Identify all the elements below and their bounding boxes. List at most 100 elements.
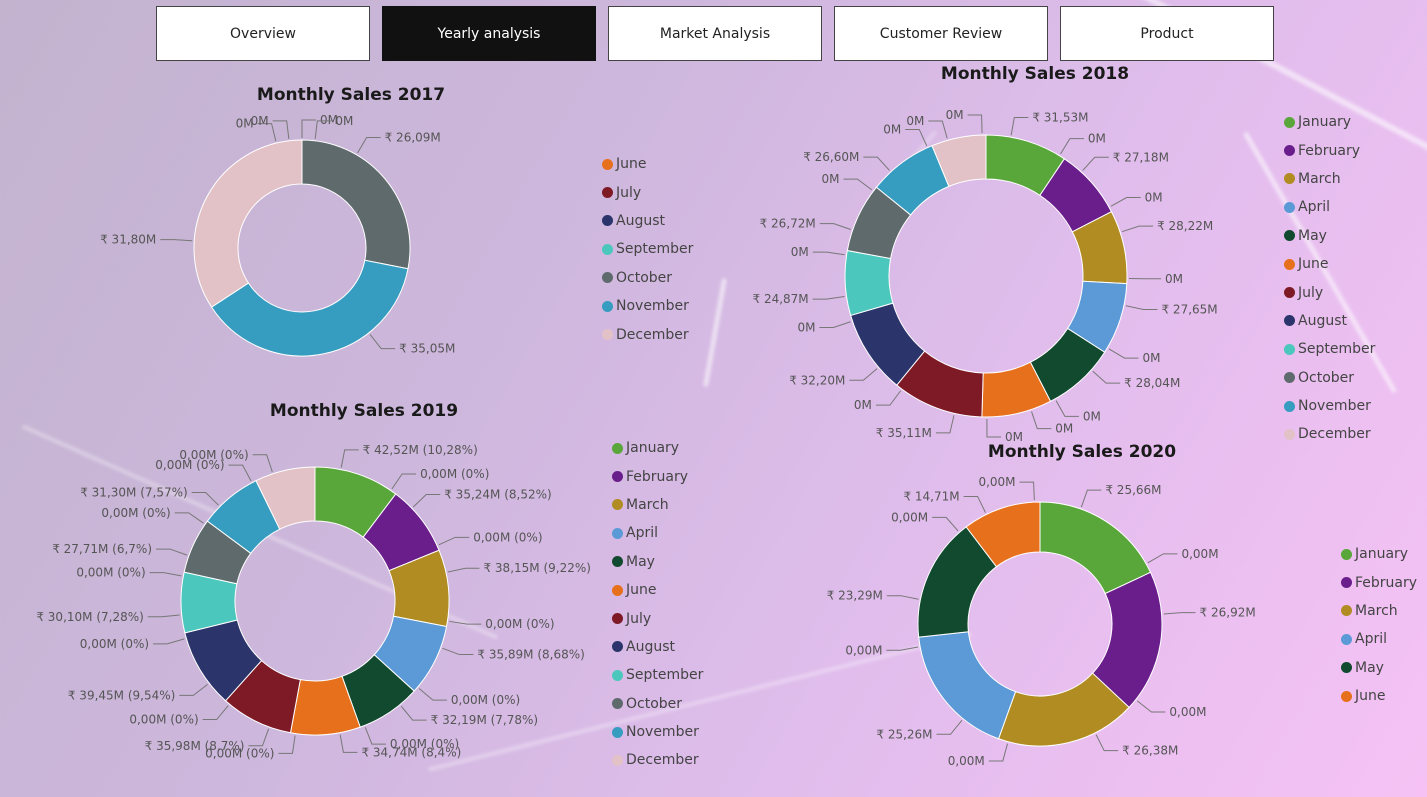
- leader-line: [400, 705, 427, 721]
- data-label-september: ₹ 30,10M (7,28%): [36, 610, 143, 624]
- donut-charts: 0M 0M 0M 0M ₹ 26,09M ₹ 35,05M ₹ 31,80M ₹ 31,53M…: [36, 108, 1256, 768]
- leader-line: [278, 735, 296, 754]
- leader-line: [228, 464, 252, 482]
- zero-data-label: 0M: [797, 320, 815, 334]
- leader-line: [849, 368, 878, 381]
- data-label-january: ₹ 31,53M: [1032, 111, 1088, 125]
- data-label-may: ₹ 28,04M: [1124, 376, 1180, 390]
- leader-line: [149, 572, 182, 577]
- leader-line: [875, 390, 902, 406]
- zero-data-label: 0M: [1083, 409, 1101, 423]
- leader-line: [418, 688, 447, 701]
- leader-line: [449, 620, 482, 625]
- leader-line: [1121, 225, 1154, 233]
- data-label-may: ₹ 32,19M (7,78%): [431, 713, 538, 727]
- zero-data-label: 0,00M (0%): [485, 617, 554, 631]
- zero-data-label: 0,00M: [1169, 705, 1206, 719]
- leader-line: [156, 548, 188, 556]
- data-label-september: 0M: [335, 114, 353, 128]
- leader-line: [442, 647, 474, 656]
- leader-line: [153, 638, 185, 645]
- leader-line: [1082, 156, 1109, 171]
- leader-line: [252, 454, 273, 473]
- slice-december[interactable]: [193, 139, 303, 308]
- leader-line: [438, 536, 470, 546]
- leader-line: [819, 321, 851, 328]
- data-label-october: ₹ 26,09M: [385, 131, 441, 145]
- slice-october[interactable]: [301, 139, 411, 270]
- zero-data-label: 0,00M (0%): [451, 693, 520, 707]
- leader-line: [863, 156, 890, 171]
- leader-line: [1136, 700, 1166, 713]
- data-label-june: ₹ 14,71M: [903, 489, 959, 503]
- data-label-august: ₹ 32,20M: [789, 373, 845, 387]
- leader-line: [1125, 305, 1158, 310]
- data-label-december: 0M: [906, 114, 924, 128]
- leader-line: [447, 567, 480, 573]
- leader-line: [812, 251, 845, 256]
- leader-line: [1010, 117, 1029, 136]
- data-label-february: ₹ 27,18M: [1113, 150, 1169, 164]
- data-label-march: ₹ 38,15M (9,22%): [483, 561, 590, 575]
- leader-line: [1060, 138, 1084, 155]
- data-label-january: ₹ 25,66M: [1105, 483, 1161, 497]
- leader-line: [905, 128, 928, 147]
- zero-data-label: 0,00M (0%): [80, 637, 149, 651]
- data-label-april: ₹ 27,65M: [1161, 302, 1217, 316]
- leader-line: [147, 614, 180, 618]
- leader-line: [1080, 489, 1102, 508]
- leader-line: [986, 418, 1001, 438]
- leader-line: [819, 223, 851, 230]
- zero-data-label: 0M: [946, 108, 964, 122]
- zero-data-label: 0M: [1088, 132, 1106, 146]
- leader-line: [1108, 348, 1139, 359]
- zero-data-label: 0,00M (0%): [101, 506, 170, 520]
- zero-data-label: 0,00M (0%): [76, 566, 145, 580]
- leader-line: [174, 512, 204, 524]
- leader-line: [369, 334, 396, 350]
- leader-line: [1110, 197, 1141, 207]
- leader-line: [1092, 370, 1121, 384]
- data-label-july: 0M: [251, 114, 269, 128]
- data-label-november: ₹ 26,60M: [803, 150, 859, 164]
- zero-data-label: 0M: [883, 122, 901, 136]
- data-label-january: ₹ 42,52M (10,28%): [363, 443, 478, 457]
- data-label-december: 0,00M (0%): [179, 448, 248, 462]
- leader-line: [886, 646, 919, 651]
- leader-line: [391, 473, 417, 490]
- zero-data-label: 0M: [1145, 191, 1163, 205]
- zero-data-label: 0,00M: [891, 510, 928, 524]
- leader-line: [936, 719, 963, 735]
- leader-line: [932, 516, 959, 532]
- leader-line: [988, 743, 1008, 762]
- leader-line: [1055, 400, 1079, 417]
- data-label-june: ₹ 34,74M (8,4%): [361, 745, 461, 759]
- zero-data-label: 0M: [1165, 272, 1183, 286]
- leader-line: [1019, 481, 1035, 501]
- data-label-september: ₹ 24,87M: [753, 292, 809, 306]
- zero-data-label: 0M: [1005, 430, 1023, 444]
- leader-line: [364, 727, 386, 745]
- zero-data-label: 0M: [821, 172, 839, 186]
- leader-line: [160, 239, 193, 242]
- slice-april[interactable]: [918, 631, 1017, 740]
- data-label-march: ₹ 26,38M: [1122, 744, 1178, 758]
- data-label-october: ₹ 26,72M: [760, 217, 816, 231]
- leader-line: [1095, 734, 1119, 752]
- leader-line: [935, 415, 955, 434]
- zero-data-label: 0,00M (0%): [473, 530, 542, 544]
- data-label-july: ₹ 35,98M (8,7%): [145, 739, 245, 753]
- data-label-april: ₹ 35,89M (8,68%): [477, 648, 584, 662]
- leader-line: [967, 114, 983, 134]
- leader-line: [357, 137, 381, 154]
- leader-line: [412, 494, 441, 508]
- data-label-february: ₹ 26,92M: [1200, 606, 1256, 620]
- zero-data-label: 0,00M: [948, 754, 985, 768]
- data-label-february: ₹ 35,24M (8,52%): [444, 488, 551, 502]
- leader-line: [963, 495, 986, 513]
- data-label-november: ₹ 35,05M: [399, 342, 455, 356]
- slice-september[interactable]: [844, 249, 894, 317]
- zero-data-label: 0,00M: [978, 475, 1015, 489]
- data-label-april: ₹ 25,26M: [876, 727, 932, 741]
- leader-line: [179, 683, 208, 696]
